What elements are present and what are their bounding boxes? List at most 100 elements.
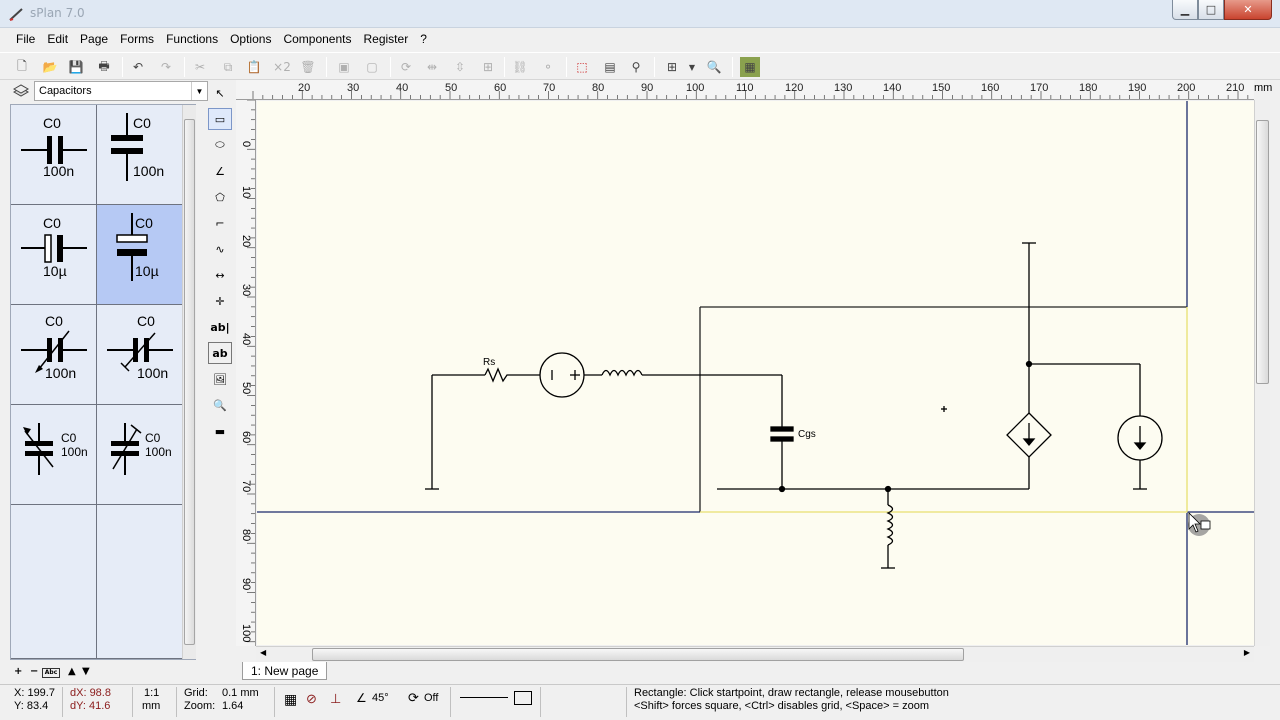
fill-style-sample[interactable] <box>514 691 532 705</box>
menu-components[interactable]: Components <box>277 32 357 46</box>
menu-file[interactable]: File <box>10 32 41 46</box>
mirror-horizontal-icon[interactable]: ⇹ <box>422 57 442 77</box>
measure-tool-icon[interactable]: ▬ <box>208 420 232 442</box>
component-capacitor-selected[interactable]: C0 10µ <box>97 205 183 305</box>
rotate-icon[interactable]: ⟳ <box>408 690 419 706</box>
ungroup-icon[interactable]: ⚬ <box>538 57 558 77</box>
layers-icon[interactable]: ▦ <box>740 57 760 77</box>
polygon-tool-icon[interactable]: ⬠ <box>208 186 232 208</box>
component-capacitor[interactable]: C0 100n <box>97 105 183 205</box>
component-empty-slot <box>11 505 97 659</box>
undo-icon[interactable]: ↶ <box>128 57 148 77</box>
maximize-button[interactable]: □ <box>1198 0 1224 20</box>
bezier-tool-icon[interactable]: ∿ <box>208 238 232 260</box>
new-file-icon[interactable]: 🗋 <box>12 57 32 77</box>
parts-list-icon[interactable]: ▤ <box>600 57 620 77</box>
align-icon[interactable]: ⊞ <box>478 57 498 77</box>
angle-value[interactable]: 45° <box>372 692 389 704</box>
library-select-value: Capacitors <box>39 85 92 97</box>
ruler-label: 200 <box>1177 82 1196 94</box>
component-capacitor[interactable]: C0 10µ <box>11 205 97 305</box>
text-tool[interactable]: ab| <box>208 316 232 338</box>
menu-functions[interactable]: Functions <box>160 32 224 46</box>
polyline-tool-icon[interactable]: ⌐ <box>208 212 232 234</box>
zoom-icon[interactable]: 🔍 <box>704 57 724 77</box>
close-button[interactable]: ✕ <box>1224 0 1272 20</box>
menu-help[interactable]: ? <box>414 32 433 46</box>
snap-magnet-icon[interactable]: ⊘ <box>306 691 317 707</box>
bring-to-front-icon[interactable]: ▣ <box>334 57 354 77</box>
chevron-down-icon[interactable]: ▼ <box>191 82 207 100</box>
menu-forms[interactable]: Forms <box>114 32 160 46</box>
copy-icon[interactable]: ⧉ <box>218 57 238 77</box>
ortho-icon[interactable]: ⊥ <box>330 691 341 707</box>
duplicate-button[interactable]: ×2 <box>272 57 292 77</box>
component-variable-capacitor[interactable]: C0 100n <box>11 305 97 405</box>
scrollbar-thumb[interactable] <box>184 119 195 645</box>
scroll-left-icon[interactable]: ◀ <box>260 648 266 657</box>
canvas-horizontal-scrollbar[interactable]: ◀ ▶ <box>256 646 1254 662</box>
textbox-tool[interactable]: ab <box>208 342 232 364</box>
add-icon[interactable]: + <box>14 666 22 677</box>
component-value-label: 10µ <box>135 263 159 279</box>
component-variable-capacitor[interactable]: C0 100n <box>11 405 97 505</box>
rename-icon[interactable]: Abc <box>42 668 60 678</box>
minimize-button[interactable]: ▁ <box>1172 0 1198 20</box>
ruler-label: 100 <box>686 82 705 94</box>
mirror-vertical-icon[interactable]: ⇳ <box>450 57 470 77</box>
component-trimmer-capacitor[interactable]: C0 100n <box>97 305 183 405</box>
cursor-y: Y: 83.4 <box>14 700 49 712</box>
chevron-down-icon[interactable]: ▼ <box>686 57 698 77</box>
print-icon[interactable]: 🖶 <box>94 57 114 77</box>
component-ref-label: C0 <box>45 313 63 329</box>
remove-icon[interactable]: − <box>30 666 38 677</box>
freehand-tool-icon[interactable]: ∠ <box>208 160 232 182</box>
rotate-state[interactable]: Off <box>424 692 438 704</box>
ruler-label: 40 <box>396 82 409 94</box>
angle-icon[interactable]: ∠ <box>356 691 367 705</box>
ruler-label: 20 <box>240 235 252 248</box>
tab-page-1[interactable]: 1: New page <box>242 662 328 680</box>
redo-icon[interactable]: ↷ <box>156 57 176 77</box>
canvas-vertical-scrollbar[interactable] <box>1254 100 1270 646</box>
status-bar: X: 199.7 Y: 83.4 dX: 98.8 dY: 41.6 1:1 m… <box>0 684 1280 720</box>
group-icon[interactable]: ⛓ <box>510 57 530 77</box>
component-trimmer-capacitor[interactable]: C0 100n <box>97 405 183 505</box>
save-icon[interactable]: 💾 <box>66 57 86 77</box>
component-capacitor[interactable]: C0 100n <box>11 105 97 205</box>
drawing-canvas[interactable]: Rs Cgs <box>257 101 1254 645</box>
scroll-right-icon[interactable]: ▶ <box>1244 648 1250 657</box>
grid-icon[interactable]: ⊞ <box>662 57 682 77</box>
paste-icon[interactable]: 📋 <box>244 57 264 77</box>
scrollbar-thumb[interactable] <box>312 648 964 661</box>
components-scrollbar[interactable] <box>182 105 196 659</box>
menu-options[interactable]: Options <box>224 32 277 46</box>
open-folder-icon[interactable]: 📂 <box>40 57 60 77</box>
rectangle-tool-icon[interactable]: ▭ <box>208 108 232 130</box>
send-to-back-icon[interactable]: ▢ <box>362 57 382 77</box>
rotate-icon[interactable]: ⟳ <box>396 57 416 77</box>
select-arrow-icon[interactable]: ↖ <box>208 82 232 104</box>
library-select[interactable]: Capacitors ▼ <box>34 81 208 101</box>
grid-toggle-icon[interactable]: ▦ <box>284 691 297 708</box>
scale-unit: mm <box>142 700 161 712</box>
status-hint-line-2: <Shift> forces square, <Ctrl> disables g… <box>634 700 930 712</box>
menu-bar: File Edit Page Forms Functions Options C… <box>0 28 1280 50</box>
move-down-icon[interactable]: ▼ <box>82 666 90 677</box>
scrollbar-thumb[interactable] <box>1256 120 1269 384</box>
image-tool-icon[interactable]: 🖼 <box>208 368 232 390</box>
delete-icon[interactable]: 🗑 <box>298 57 318 77</box>
zoom-tool-icon[interactable]: 🔍 <box>208 394 232 416</box>
search-binoculars-icon[interactable]: ⚲ <box>626 57 646 77</box>
ruler-label: 90 <box>641 82 654 94</box>
move-up-icon[interactable]: ▲ <box>68 666 76 677</box>
cut-icon[interactable]: ✂ <box>190 57 210 77</box>
dimension-tool-icon[interactable]: ↔ <box>208 264 232 286</box>
menu-page[interactable]: Page <box>74 32 114 46</box>
ellipse-tool-icon[interactable]: ⬭ <box>208 134 232 156</box>
snap-icon[interactable]: ⬚ <box>572 57 592 77</box>
line-style-sample[interactable] <box>460 697 508 698</box>
junction-tool-icon[interactable]: ✛ <box>208 290 232 312</box>
menu-edit[interactable]: Edit <box>41 32 74 46</box>
menu-register[interactable]: Register <box>358 32 415 46</box>
